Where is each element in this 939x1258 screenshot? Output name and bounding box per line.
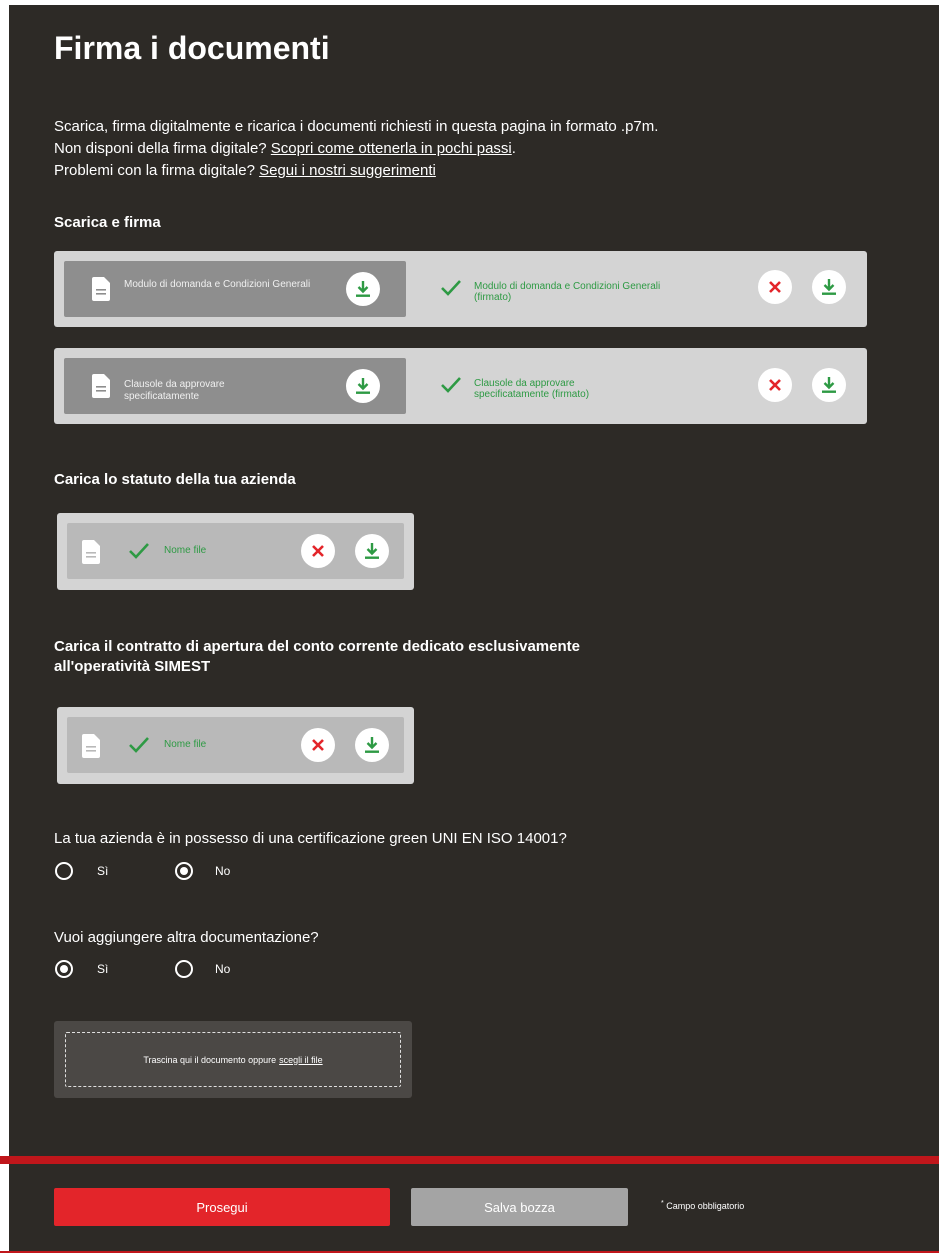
remove-button[interactable]	[301, 728, 335, 762]
intro-line-1: Scarica, firma digitalmente e ricarica i…	[54, 118, 659, 135]
close-icon	[312, 545, 324, 557]
check-icon	[441, 377, 461, 393]
bottom-divider	[0, 1251, 939, 1253]
green-cert-question: La tua azienda è in possesso di una cert…	[54, 830, 567, 847]
green-cert-no-radio[interactable]	[175, 862, 193, 880]
file-name: Nome file	[164, 545, 207, 556]
document-icon	[92, 374, 110, 398]
required-field-note: * Campo obbligatorio	[661, 1200, 744, 1211]
continue-button[interactable]: Prosegui	[54, 1188, 390, 1226]
close-icon	[769, 379, 781, 391]
check-icon	[441, 280, 461, 296]
required-note-text: Campo obbligatorio	[666, 1201, 745, 1211]
page-title: Firma i documenti	[54, 30, 330, 66]
uploaded-file: Nome file	[67, 717, 404, 773]
file-name: Nome file	[164, 739, 207, 750]
intro-text: Scarica, firma digitalmente e ricarica i…	[54, 116, 894, 182]
radio-label-yes: Sì	[97, 962, 109, 976]
download-button[interactable]	[346, 272, 380, 306]
close-icon	[312, 739, 324, 751]
download-button[interactable]	[355, 534, 389, 568]
suggestions-link[interactable]: Segui i nostri suggerimenti	[259, 162, 436, 179]
uploaded-file: Nome file	[67, 523, 404, 579]
download-signed-button[interactable]	[812, 368, 846, 402]
get-signature-link[interactable]: Scopri come ottenerla in pochi passi	[271, 140, 512, 157]
radio-label-no: No	[215, 864, 231, 878]
contratto-title-line-1: Carica il contratto di apertura del cont…	[54, 638, 580, 655]
unsigned-document: Modulo di domanda e Condizioni Generali	[64, 261, 406, 317]
sign-row: Clausole da approvare specificatamente C…	[54, 348, 867, 424]
check-icon	[129, 543, 149, 559]
contratto-upload: Nome file	[57, 707, 414, 784]
unsigned-document: Clausole da approvare specificatamente	[64, 358, 406, 414]
intro-line-2-end: .	[511, 140, 516, 157]
document-name: Clausole da approvare specificatamente	[124, 379, 225, 402]
choose-file-link[interactable]: scegli il file	[279, 1055, 323, 1065]
statuto-title: Carica lo statuto della tua azienda	[54, 471, 296, 488]
download-icon	[356, 378, 370, 394]
download-icon	[822, 377, 836, 393]
remove-button[interactable]	[758, 270, 792, 304]
divider-line	[0, 1156, 939, 1164]
contratto-title-line-2: all'operatività SIMEST	[54, 658, 211, 675]
sign-section-title: Scarica e firma	[54, 214, 161, 231]
download-icon	[822, 279, 836, 295]
signed-document-name: Modulo di domanda e Condizioni Generali …	[474, 281, 661, 303]
document-icon	[82, 734, 100, 758]
radio-label-no: No	[215, 962, 231, 976]
contratto-title: Carica il contratto di apertura del cont…	[54, 637, 580, 677]
download-icon	[365, 543, 379, 559]
file-dropzone[interactable]: Trascina qui il documento oppure scegli …	[54, 1021, 412, 1098]
download-icon	[356, 281, 370, 297]
download-button[interactable]	[346, 369, 380, 403]
required-mark: *	[661, 1200, 664, 1207]
intro-line-2: Non disponi della firma digitale? Scopri…	[54, 138, 894, 160]
dropzone-text: Trascina qui il documento oppure	[143, 1054, 277, 1065]
document-icon	[92, 277, 110, 301]
dropzone-area[interactable]: Trascina qui il documento oppure scegli …	[65, 1032, 401, 1087]
download-icon	[365, 737, 379, 753]
intro-line-2-text: Non disponi della firma digitale?	[54, 140, 271, 157]
extra-docs-question: Vuoi aggiungere altra documentazione?	[54, 929, 319, 946]
sign-row: Modulo di domanda e Condizioni Generali …	[54, 251, 867, 327]
extra-docs-yes-radio[interactable]	[55, 960, 73, 978]
statuto-upload: Nome file	[57, 513, 414, 590]
signed-document-name: Clausole da approvare specificatamente (…	[474, 378, 590, 400]
remove-button[interactable]	[758, 368, 792, 402]
remove-button[interactable]	[301, 534, 335, 568]
intro-line-3: Problemi con la firma digitale? Segui i …	[54, 160, 894, 182]
intro-line-3-text: Problemi con la firma digitale?	[54, 162, 260, 179]
download-button[interactable]	[355, 728, 389, 762]
save-draft-button[interactable]: Salva bozza	[411, 1188, 628, 1226]
green-cert-yes-radio[interactable]	[55, 862, 73, 880]
document-name: Modulo di domanda e Condizioni Generali	[124, 279, 311, 290]
check-icon	[129, 737, 149, 753]
download-signed-button[interactable]	[812, 270, 846, 304]
close-icon	[769, 281, 781, 293]
radio-label-yes: Sì	[97, 864, 109, 878]
document-icon	[82, 540, 100, 564]
extra-docs-no-radio[interactable]	[175, 960, 193, 978]
